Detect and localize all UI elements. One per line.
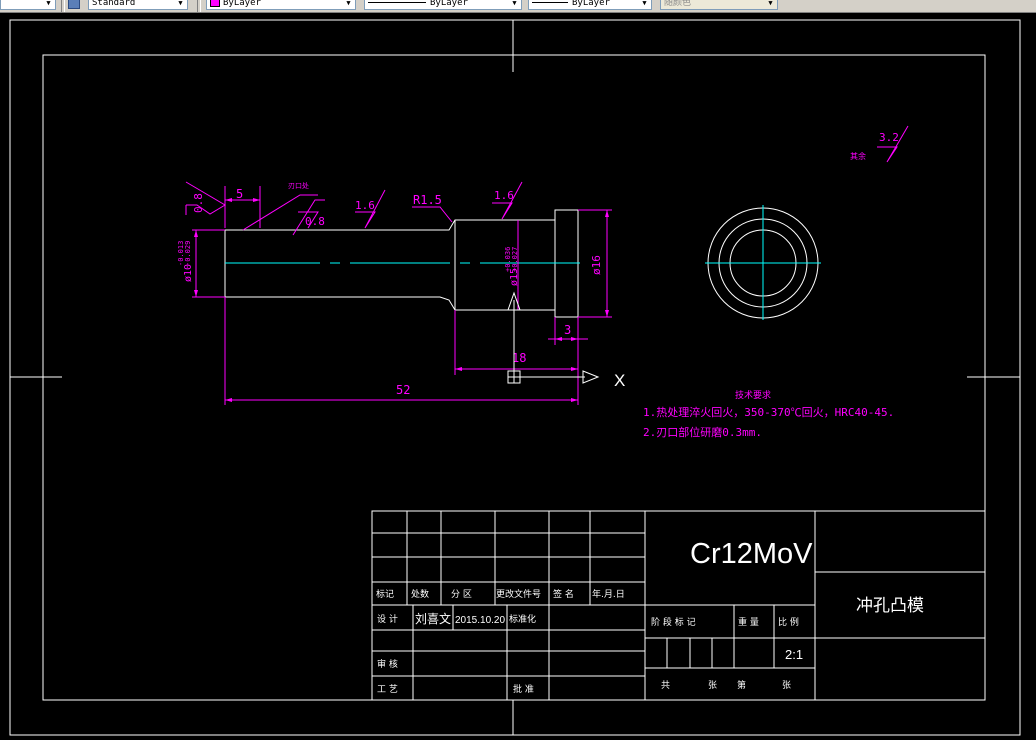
sheet-total-label: 共	[661, 680, 670, 691]
linetype-sample	[368, 2, 426, 3]
designer-name: 刘喜文	[415, 611, 451, 626]
linetype-control-value: ByLayer	[430, 0, 468, 8]
plotstyle-control-dropdown[interactable]: 随颜色 ▼	[660, 0, 778, 10]
roughness-1-6-a: 1.6	[355, 199, 375, 212]
text-style-dropdown[interactable]: Standard ▼	[88, 0, 188, 10]
color-control-value: ByLayer	[223, 0, 261, 8]
dimension-lines	[185, 125, 909, 405]
sheet-no-unit: 张	[782, 680, 791, 691]
toolbar-dropdown-left[interactable]: ▼	[0, 0, 56, 10]
rev-header-count: 处数	[411, 588, 429, 600]
rev-header-mark: 标记	[376, 588, 394, 600]
plotstyle-control-value: 随颜色	[664, 0, 692, 8]
weight-label: 重 量	[738, 616, 759, 628]
dimension-arrowheads	[194, 198, 609, 402]
stage-mark-label: 阶 段 标 记	[651, 616, 696, 628]
dim-3: 3	[564, 323, 571, 337]
roughness-0-8-left: 0.8	[192, 193, 205, 213]
rev-header-date: 年.月.日	[592, 588, 625, 600]
dim-dia-16: ø16	[590, 255, 603, 275]
chevron-down-icon: ▼	[642, 0, 647, 7]
rev-header-sign: 签 名	[553, 588, 574, 600]
dim-52: 52	[396, 383, 410, 397]
tech-req-line1: 1.热处理淬火回火，350-370℃回火，HRC40-45.	[643, 405, 894, 419]
lineweight-sample	[532, 2, 568, 3]
design-label: 设 计	[377, 613, 398, 625]
toolbar-separator	[61, 0, 65, 12]
text-style-icon[interactable]	[68, 0, 80, 9]
chevron-down-icon: ▼	[768, 0, 773, 7]
dim-dia-mid-tol-lower: +0.027	[511, 247, 519, 272]
dim-radius: R1.5	[413, 193, 442, 207]
text-style-value: Standard	[92, 0, 136, 8]
color-swatch	[210, 0, 220, 7]
review-label: 审 核	[377, 658, 398, 670]
roughness-1-6-b: 1.6	[494, 189, 514, 202]
ucs-x-label: X	[614, 371, 625, 390]
process-label: 工 艺	[377, 684, 398, 695]
scale-label: 比 例	[778, 616, 799, 628]
tech-req-title: 技术要求	[735, 389, 771, 401]
dim-dia-shank-tol-lower: -0.029	[184, 241, 192, 266]
chevron-down-icon: ▼	[178, 0, 183, 7]
roughness-other-label: 其余	[850, 151, 866, 161]
end-view-centerlines	[705, 205, 821, 320]
cut-edge-label: 刃口处	[288, 181, 309, 190]
chevron-down-icon: ▼	[46, 0, 51, 7]
rev-header-zone: 分 区	[451, 589, 472, 600]
material-label: Cr12MoV	[690, 538, 813, 570]
properties-toolbar: ▼ Standard ▼ ByLayer ▼ ByLayer ▼ ByLayer ▼ 随…	[0, 0, 1036, 13]
color-control-dropdown[interactable]: ByLayer ▼	[206, 0, 356, 10]
design-date: 2015.10.20	[455, 615, 505, 626]
drawing-canvas[interactable]: 5 18 52 3 ø16 ø10 -0.013 -0.029 ø15 +0.0…	[0, 0, 1036, 740]
dim-5: 5	[236, 187, 243, 201]
chevron-down-icon: ▼	[346, 0, 351, 7]
toolbar-separator	[197, 0, 201, 12]
roughness-3-2: 3.2	[879, 131, 899, 144]
lineweight-control-value: ByLayer	[572, 0, 610, 8]
part-name: 冲孔凸模	[856, 596, 924, 616]
sheet-no-label: 第	[737, 679, 746, 691]
sheet-total-unit: 张	[708, 680, 717, 691]
tech-req-line2: 2.刃口部位研磨0.3mm.	[643, 425, 762, 439]
approve-label: 批 准	[513, 683, 534, 695]
roughness-0-8-mid: 0.8	[305, 215, 325, 228]
linetype-control-dropdown[interactable]: ByLayer ▼	[364, 0, 522, 10]
lineweight-control-dropdown[interactable]: ByLayer ▼	[528, 0, 652, 10]
standardization-label: 标准化	[509, 613, 536, 625]
chevron-down-icon: ▼	[512, 0, 517, 7]
scale-value: 2:1	[785, 647, 803, 662]
rev-header-docno: 更改文件号	[496, 588, 541, 600]
